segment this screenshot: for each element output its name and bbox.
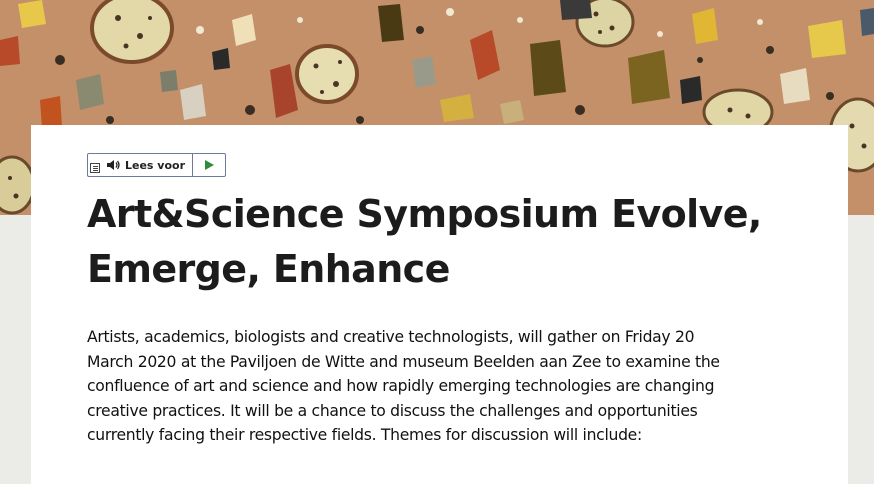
play-icon (204, 160, 214, 170)
play-button[interactable] (193, 154, 225, 176)
intro-paragraph: Artists, academics, biologists and creat… (87, 328, 720, 444)
menu-icon[interactable] (88, 154, 103, 176)
listen-button[interactable]: Lees voor (103, 154, 194, 176)
article-card: Lees voor Art&Science Symposium Evolve, … (31, 125, 848, 484)
listen-label: Lees voor (125, 158, 186, 172)
speaker-icon (107, 160, 120, 170)
page-title: Art&Science Symposium Evolve, Emerge, En… (87, 192, 762, 291)
readspeaker-widget[interactable]: Lees voor (87, 153, 227, 177)
